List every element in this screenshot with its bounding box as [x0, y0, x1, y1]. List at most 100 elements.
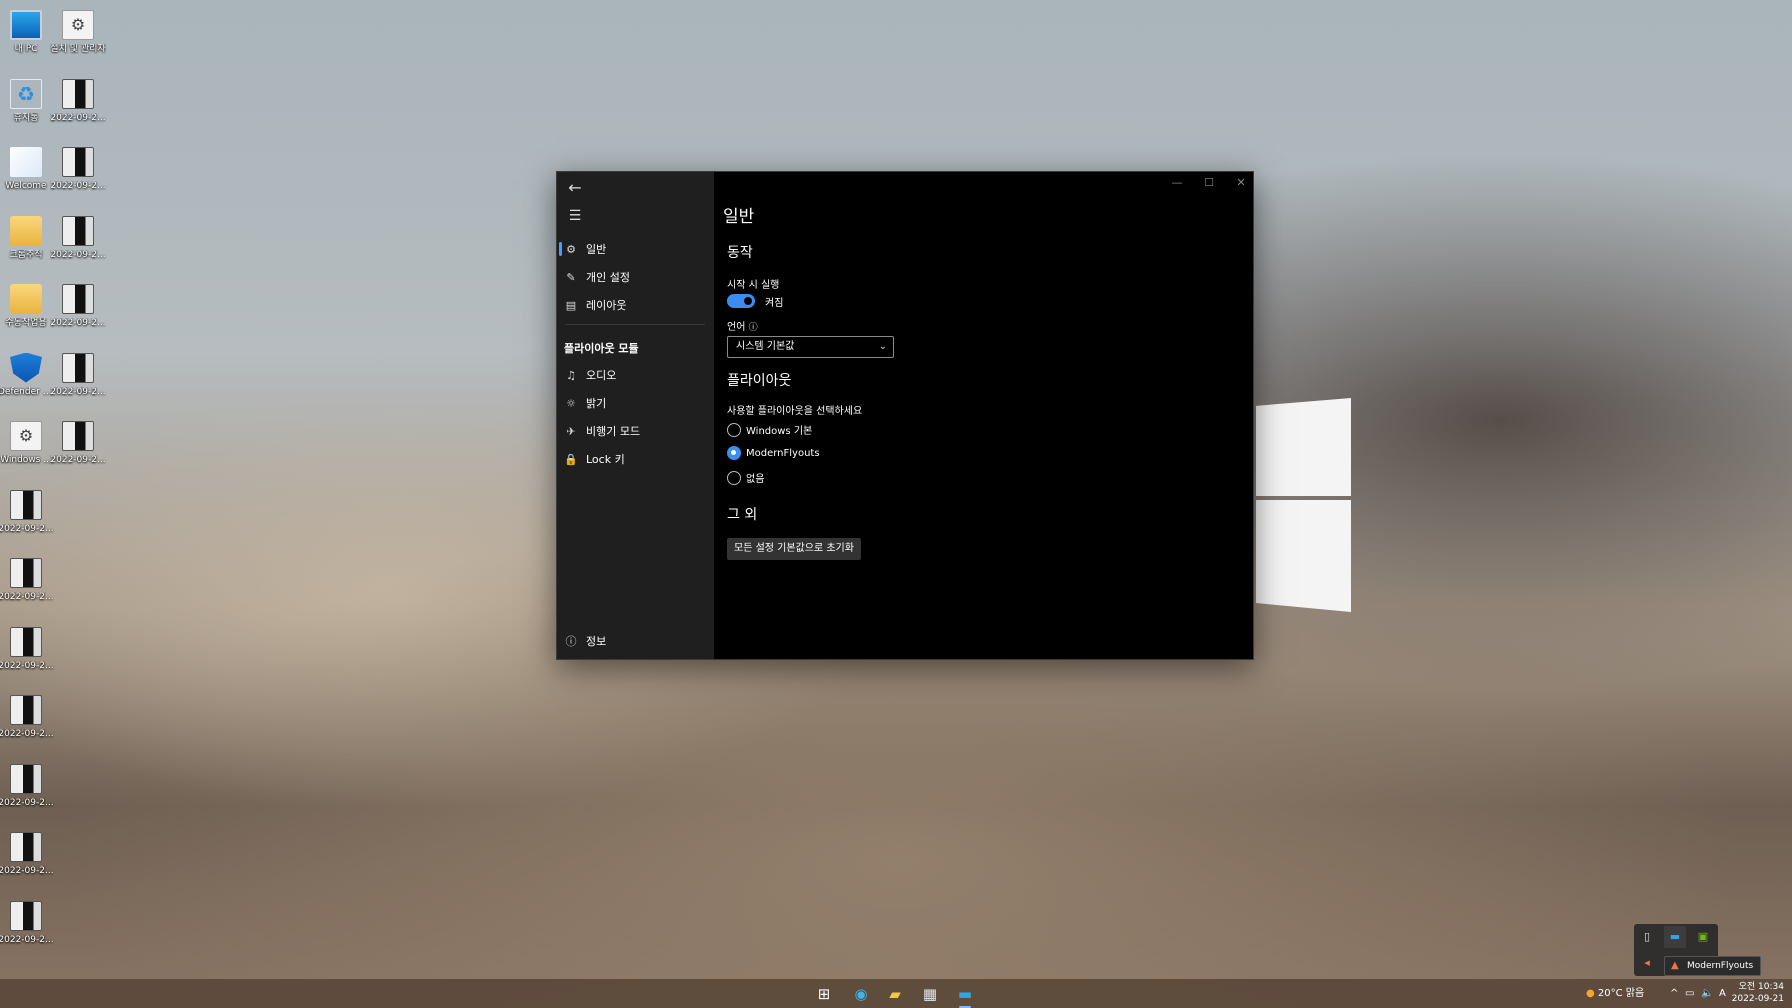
- nav-item-label: 밝기: [586, 397, 607, 410]
- maximize-button[interactable]: ☐: [1194, 176, 1224, 189]
- edge-icon[interactable]: ◉: [848, 983, 874, 1005]
- desktop-icon[interactable]: 2022-09-2...: [0, 691, 54, 753]
- usb-icon[interactable]: ▯: [1636, 926, 1658, 948]
- nav-item-lock-keys[interactable]: 🔒 Lock 키: [557, 446, 714, 472]
- desktop-icon[interactable]: ⚙ 설치 및 관리자: [50, 6, 106, 68]
- shot-icon: [10, 832, 42, 862]
- desktop-icon-label: 2022-09-2...: [0, 660, 54, 671]
- radio-label: Windows 기본: [746, 426, 813, 437]
- desktop-icon-label: 휴지통: [13, 112, 39, 123]
- language-label: 언어 ⓘ: [727, 318, 758, 333]
- ime-indicator[interactable]: A: [1719, 979, 1726, 1008]
- info-icon: ⓘ: [565, 635, 577, 648]
- volume-icon[interactable]: 🔈: [1701, 979, 1713, 1008]
- hamburger-menu-button[interactable]: ☰: [565, 206, 585, 226]
- desktop-icon[interactable]: 2022-09-2...: [0, 554, 54, 616]
- desktop-icon[interactable]: 수동작업용: [0, 280, 52, 342]
- desktop-icon[interactable]: 2022-09-2...: [50, 417, 106, 479]
- desktop-icon[interactable]: 내 PC: [0, 6, 52, 68]
- network-icon[interactable]: ▭: [1685, 979, 1694, 1008]
- startup-label: 시작 시 실행: [727, 280, 780, 291]
- nav-item-layout[interactable]: ▤ 레이아웃: [557, 292, 714, 318]
- desktop-icon[interactable]: 크롬추적: [0, 212, 52, 274]
- desktop-icon[interactable]: Welcome: [0, 143, 52, 205]
- shield-icon: [10, 352, 42, 383]
- pen-icon: ✎: [566, 270, 576, 284]
- info-icon[interactable]: ⓘ: [749, 323, 758, 333]
- close-button[interactable]: ✕: [1226, 176, 1256, 189]
- desktop-icon[interactable]: Defender Tools.exe: [0, 349, 54, 411]
- file-explorer-icon[interactable]: ▰: [882, 983, 908, 1005]
- tray-tooltip: ▲ ModernFlyouts: [1664, 956, 1762, 976]
- content-pane: — ☐ ✕ 일반 동작 시작 시 실행 켜짐 언어 ⓘ 시스템 기본값 ⌄ 플라…: [714, 172, 1253, 659]
- radio-circle: [727, 470, 741, 485]
- section-heading-behavior: 동작: [727, 245, 753, 261]
- startup-toggle[interactable]: [727, 294, 755, 308]
- nav-item-about[interactable]: ⓘ 정보: [557, 628, 714, 654]
- store-icon[interactable]: ▦: [917, 983, 943, 1005]
- desktop-icon[interactable]: 2022-09-2...: [50, 349, 106, 411]
- weather-widget[interactable]: ● 20°C 맑음: [1586, 979, 1644, 1008]
- language-label-text: 언어: [727, 322, 746, 333]
- nav-item-airplane-mode[interactable]: ✈ 비행기 모드: [557, 418, 714, 444]
- tray-chevron-button[interactable]: ^: [1670, 979, 1678, 1008]
- tooltip-text: ModernFlyouts: [1687, 961, 1754, 971]
- minimize-button[interactable]: —: [1162, 176, 1192, 189]
- chevron-down-icon: ⌄: [878, 341, 887, 352]
- back-button[interactable]: ←: [565, 178, 585, 198]
- desktop-icon-label: 2022-09-2...: [0, 934, 54, 945]
- nav-section-title: 플라이아웃 모듈: [564, 342, 639, 355]
- desktop-icon-label: Welcome: [5, 181, 47, 191]
- desktop-icon[interactable]: 2022-09-2...: [0, 623, 54, 685]
- desktop-icon[interactable]: 2022-09-2...: [0, 828, 54, 890]
- reset-settings-button[interactable]: 모든 설정 기본값으로 초기화: [727, 538, 861, 560]
- shot-icon: [10, 695, 42, 725]
- desktop-icon-label: 2022-09-2...: [0, 592, 54, 602]
- win-icon: [10, 147, 42, 177]
- desktop-icon[interactable]: 2022-09-2...: [0, 760, 54, 822]
- background-window-fragment: [1256, 398, 1351, 496]
- nav-item-label: 일반: [586, 243, 607, 256]
- clock[interactable]: 오전 10:34 2022-09-21: [1732, 981, 1784, 1005]
- radio-modernflyouts[interactable]: ModernFlyouts: [727, 446, 820, 460]
- shot-icon: [10, 900, 42, 931]
- radio-windows-default[interactable]: Windows 기본: [727, 422, 812, 437]
- desktop-icon[interactable]: 2022-09-2...: [50, 143, 106, 205]
- desktop-icon[interactable]: 2022-09-2...: [50, 212, 106, 274]
- desktop-icon[interactable]: 2022-09-2...: [0, 897, 54, 959]
- radio-label: 없음: [746, 474, 765, 485]
- nvidia-icon[interactable]: ▣: [1692, 926, 1714, 948]
- radio-none[interactable]: 없음: [727, 470, 764, 485]
- start-button[interactable]: ⊞: [811, 983, 837, 1005]
- desktop-icon[interactable]: 2022-09-2...: [50, 75, 106, 137]
- shot-icon: [62, 352, 94, 383]
- settings-window: ← ☰ ⚙ 일반 ✎ 개인 설정 ▤ 레이아웃 플라이아웃 모듈 ♫ 오디오 ☼…: [556, 171, 1254, 660]
- shot-icon: [62, 147, 94, 177]
- nav-item-audio[interactable]: ♫ 오디오: [557, 362, 714, 388]
- radio-circle: [727, 422, 741, 437]
- nav-item-brightness[interactable]: ☼ 밝기: [557, 390, 714, 416]
- gear-icon: ⚙: [10, 421, 42, 451]
- desktop-icon[interactable]: ⚙ Windows ...: [0, 417, 52, 479]
- nav-item-label: 비행기 모드: [586, 425, 641, 438]
- desktop-icon[interactable]: ♻ 휴지통: [0, 75, 52, 137]
- shot-icon: [10, 626, 42, 657]
- flyout-prompt: 사용할 플라이아웃을 선택하세요: [727, 406, 863, 417]
- shot-icon: [62, 215, 94, 246]
- language-select[interactable]: 시스템 기본값 ⌄: [727, 336, 894, 358]
- speaker-icon[interactable]: ◂: [1636, 952, 1658, 974]
- desktop-icon-label: 내 PC: [14, 44, 38, 54]
- clock-date: 2022-09-21: [1731, 994, 1784, 1004]
- desktop-icon[interactable]: 2022-09-2...: [50, 280, 106, 342]
- nav-item-personalization[interactable]: ✎ 개인 설정: [557, 264, 714, 290]
- desktop-icon-label: 2022-09-2...: [0, 523, 54, 534]
- desktop-icon-label: 2022-09-2...: [50, 181, 106, 191]
- nav-item-general[interactable]: ⚙ 일반: [557, 236, 714, 262]
- desktop-icon-label: 설치 및 관리자: [50, 44, 106, 54]
- clock-time: 오전 10:34: [1738, 982, 1784, 992]
- shot-icon: [62, 284, 94, 314]
- modernflyouts-taskbar-icon[interactable]: ▬: [952, 983, 978, 1008]
- app-tray-icon[interactable]: ▬: [1664, 926, 1686, 948]
- folder-icon: [10, 215, 42, 246]
- desktop-icon[interactable]: 2022-09-2...: [0, 486, 54, 548]
